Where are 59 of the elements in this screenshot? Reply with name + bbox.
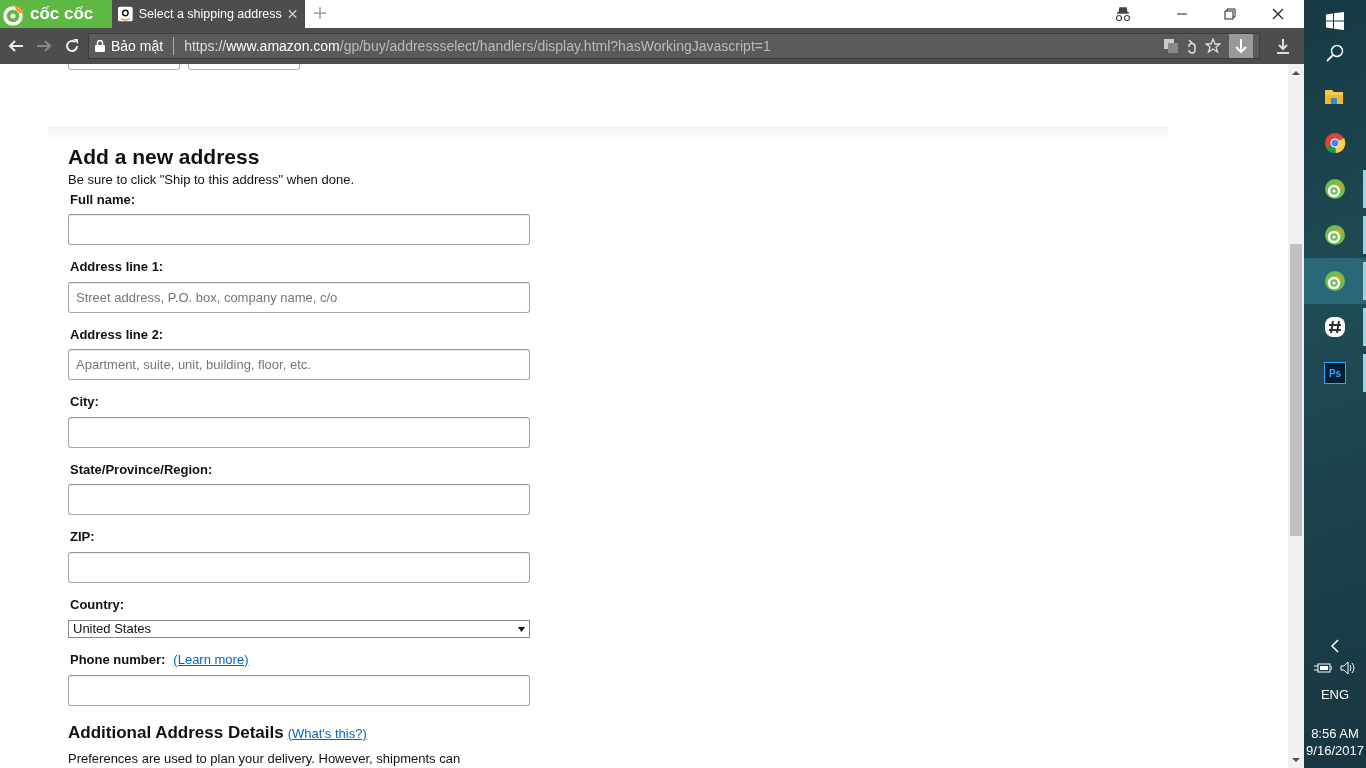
coccoc-icon [1324, 270, 1346, 292]
close-icon[interactable] [1272, 8, 1284, 20]
chrome-icon [1324, 132, 1346, 154]
description-text: Preferences are used to plan your delivery. However, shipments can [68, 751, 462, 768]
scroll-down-icon[interactable] [1292, 757, 1300, 763]
input-field[interactable] [68, 551, 530, 583]
whats-this-link[interactable]: (What's this?) [287, 725, 367, 743]
logo-icon [2, 2, 26, 26]
input-field[interactable] [68, 214, 530, 246]
input-field[interactable] [68, 416, 530, 448]
taskbar-app[interactable]: Ps [1304, 350, 1366, 396]
taskbar-clock[interactable]: 8:56 AM 9/16/2017 [1306, 726, 1364, 760]
learn-more-link[interactable]: (Learn more) [173, 652, 249, 669]
instruction-text: Be sure to click "Ship to this address" when done. [68, 171, 355, 189]
field-label: Address line 2: [70, 325, 164, 344]
language-indicator[interactable]: ENG [1320, 687, 1350, 705]
url-text: https://www.amazon.com/gp/buy/addressselect/handlers/display.html?hasWorkingJavascript=1 [184, 36, 771, 56]
incognito-icon [1114, 7, 1132, 21]
amazon-logo-icon [118, 6, 133, 22]
input-field[interactable]: Street address, P.O. box, company name, c/o [68, 281, 530, 313]
field-label: City: [70, 393, 99, 412]
hash-icon [1324, 316, 1346, 338]
section-heading: Add a new address [68, 143, 260, 169]
scrollbar[interactable] [1288, 64, 1304, 768]
search-icon[interactable] [1326, 44, 1344, 62]
volume-icon[interactable] [1340, 661, 1356, 676]
input-field[interactable] [68, 674, 530, 706]
browser-tab[interactable]: Select a shipping address [112, 0, 305, 28]
section-heading: Additional Address Details [68, 721, 284, 744]
star-icon[interactable] [1205, 38, 1221, 54]
security-label: Bảo mật [111, 36, 164, 56]
taskbar-app[interactable] [1304, 258, 1366, 304]
field-label: State/Province/Region: [70, 460, 213, 479]
back-icon[interactable] [8, 39, 24, 53]
scroll-up-icon[interactable] [1292, 70, 1300, 76]
windows-start-icon[interactable] [1326, 12, 1344, 30]
coccoc-icon [1324, 224, 1346, 246]
scrollbar-thumb[interactable] [1290, 244, 1302, 536]
coccoc-icon [1324, 178, 1346, 200]
restore-icon[interactable] [1224, 8, 1236, 20]
country-dropdown[interactable]: United States [68, 620, 530, 639]
address-bar[interactable]: Bảo mật https://www.amazon.com/gp/buy/addressselect/handlers/display.html?hasWorkingJavascript=1 [88, 33, 1260, 59]
input-field[interactable]: Apartment, suite, unit, building, floor, etc. [68, 349, 530, 381]
field-label: Full name: [70, 190, 135, 209]
tab-title: Select a shipping address [138, 5, 282, 23]
chevron-icon[interactable] [1331, 639, 1339, 654]
reload-icon[interactable] [64, 38, 80, 54]
field-label: Phone number: [70, 651, 166, 670]
download-icon[interactable] [1276, 38, 1290, 54]
lock-icon [95, 40, 105, 52]
battery-plug-icon[interactable] [1314, 662, 1332, 675]
dropdown-arrow-icon [518, 626, 525, 632]
input-field[interactable] [68, 484, 530, 516]
brand-name: cốc cốc [30, 3, 94, 26]
download-icon[interactable] [1229, 34, 1253, 58]
ps-icon: Ps [1324, 362, 1346, 384]
field-label: ZIP: [70, 528, 95, 547]
field-label: Country: [70, 595, 125, 614]
field-label: Address line 1: [70, 258, 164, 277]
